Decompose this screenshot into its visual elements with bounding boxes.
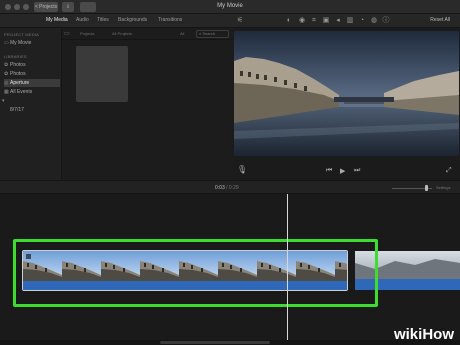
- project-media-header: PROJECT MEDIA: [4, 32, 39, 37]
- clip-selection-highlight: [13, 239, 378, 307]
- stabilization-icon[interactable]: ▣: [322, 17, 330, 25]
- skip-forward-icon[interactable]: ⏭: [354, 167, 360, 175]
- info-icon[interactable]: ⓘ: [382, 17, 390, 25]
- playhead[interactable]: [287, 194, 288, 345]
- color-balance-icon[interactable]: ◐: [285, 17, 293, 25]
- events-icon: ▦: [4, 89, 9, 95]
- zoom-slider-knob[interactable]: [425, 185, 428, 191]
- wikihow-watermark: wikiHow: [393, 326, 454, 343]
- sidebar-toggle-icon[interactable]: ▭: [64, 30, 70, 37]
- media-toolbar: My Media Audio Titles Backgrounds Transi…: [0, 14, 460, 28]
- skip-back-icon[interactable]: ⏮: [326, 167, 332, 175]
- disclosure-triangle-icon[interactable]: ▾: [2, 97, 60, 105]
- project-thumbnail[interactable]: [76, 46, 128, 102]
- speed-icon[interactable]: ◔: [358, 17, 366, 25]
- fullscreen-icon[interactable]: ⤢: [446, 167, 452, 175]
- tab-audio[interactable]: Audio: [76, 17, 89, 23]
- timeline-scrollbar[interactable]: [160, 341, 270, 344]
- tab-my-media[interactable]: My Media: [46, 17, 68, 23]
- microphone-icon[interactable]: 🎙: [237, 165, 247, 174]
- search-input[interactable]: ⌕ Search: [196, 30, 229, 38]
- timecode-display: 0:03 / 0:29: [215, 185, 239, 191]
- title-bar: < Projects ⇩ My Movie: [0, 0, 460, 14]
- sidebar-item-event-date[interactable]: 8/7/17: [4, 106, 60, 114]
- clip-filter-icon[interactable]: ◍: [370, 17, 378, 25]
- search-icon: ⌕: [199, 31, 202, 36]
- noise-reduction-icon[interactable]: ▥: [346, 17, 354, 25]
- libraries-header: LIBRARIES: [4, 54, 27, 59]
- sidebar-item-my-movie[interactable]: ▭ My Movie: [4, 39, 60, 47]
- sidebar-item-label: 8/7/17: [10, 107, 24, 113]
- sidebar-item-all-events[interactable]: ▦ All Events: [4, 88, 60, 96]
- sidebar-item-label: My Movie: [10, 40, 32, 46]
- color-correction-icon[interactable]: ◉: [298, 17, 306, 25]
- timeline-area: [0, 194, 460, 345]
- window-title: My Movie: [217, 3, 243, 9]
- film-icon: ▭: [4, 40, 9, 46]
- reset-all-button[interactable]: Reset All: [430, 17, 450, 23]
- aperture-icon: ◎: [4, 80, 9, 86]
- sidebar-item-label: Photos: [10, 62, 26, 68]
- volume-icon[interactable]: ◂: [334, 17, 342, 25]
- library-sidebar: PROJECT MEDIA ▭ My Movie LIBRARIES ✿ Pho…: [0, 28, 62, 180]
- sidebar-item-label: All Events: [10, 89, 33, 95]
- timeline-settings-button[interactable]: Settings: [436, 185, 450, 190]
- sidebar-item-label: Aperture: [10, 80, 30, 86]
- tab-backgrounds[interactable]: Backgrounds: [118, 17, 147, 23]
- browser-filter-bar: ▭ Projects All Projects All ⌕ Search: [62, 28, 233, 40]
- projects-filter[interactable]: Projects: [80, 31, 94, 36]
- media-browser: ▭ Projects All Projects All ⌕ Search: [62, 28, 233, 180]
- tab-transitions[interactable]: Transitions: [158, 17, 182, 23]
- photos-icon: ✿: [4, 71, 9, 77]
- sidebar-item-photos[interactable]: ✿ Photos: [4, 61, 60, 69]
- clip-count-filter[interactable]: All: [180, 31, 184, 36]
- viewer-pane: 🎙 ⏮ ▶ ⏭ ⤢: [233, 28, 460, 180]
- sidebar-item-aperture[interactable]: ◎ Aperture: [4, 79, 60, 87]
- timeline-header: 0:03 / 0:29 Settings: [0, 180, 460, 194]
- sidebar-item-photos-2[interactable]: ✿ Photos: [4, 70, 60, 78]
- all-projects-filter[interactable]: All Projects: [112, 31, 132, 36]
- video-preview: [234, 31, 459, 156]
- play-icon[interactable]: ▶: [340, 167, 345, 175]
- magic-wand-icon[interactable]: ⚟: [236, 17, 244, 25]
- photos-icon: ✿: [4, 62, 9, 68]
- crop-icon[interactable]: ⌗: [310, 17, 318, 25]
- sidebar-item-label: Photos: [10, 71, 26, 77]
- tab-titles[interactable]: Titles: [97, 17, 109, 23]
